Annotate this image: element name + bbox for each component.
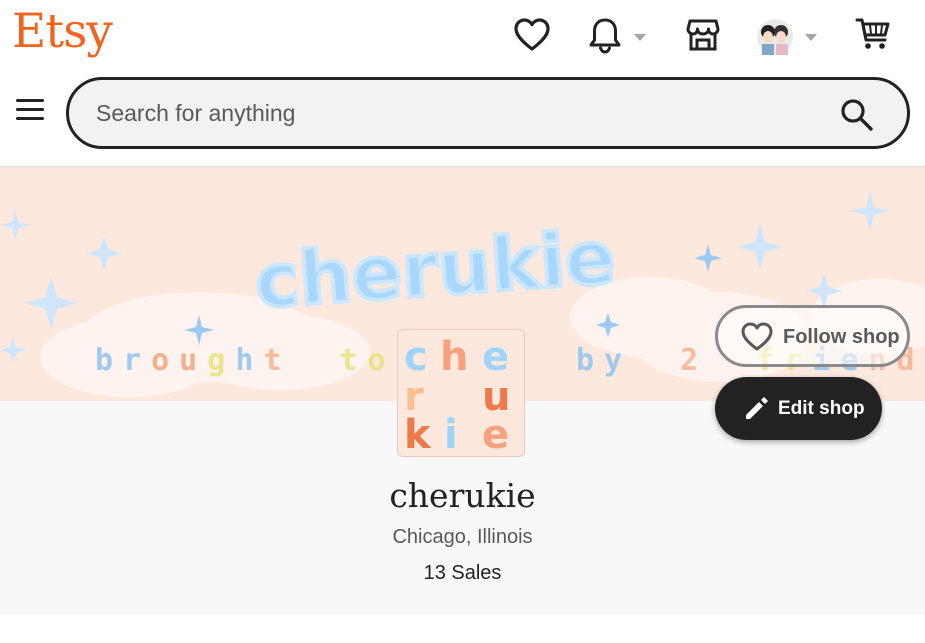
search-bar (66, 77, 910, 149)
svg-text:k: k (404, 412, 432, 457)
follow-shop-button[interactable]: Follow shop (715, 305, 910, 367)
shop-logo: c h e r u k i e (397, 329, 525, 457)
search-icon[interactable] (839, 97, 875, 133)
bell-icon[interactable] (588, 16, 622, 54)
avatar[interactable] (757, 19, 793, 55)
search-input[interactable] (96, 98, 796, 128)
chevron-down-icon[interactable] (805, 34, 817, 41)
storefront-icon[interactable] (686, 18, 720, 52)
svg-text:h: h (440, 334, 468, 380)
follow-shop-label: Follow shop (783, 326, 900, 348)
svg-text:e: e (482, 412, 509, 457)
heart-icon[interactable] (514, 18, 550, 52)
svg-text:i: i (444, 412, 458, 457)
menu-icon[interactable] (16, 99, 44, 121)
shop-sales-count: 13 Sales (423, 562, 502, 584)
cart-icon[interactable] (855, 17, 891, 51)
header: Etsy (0, 0, 925, 70)
edit-shop-label: Edit shop (778, 398, 865, 419)
svg-text:cherukie: cherukie (252, 215, 618, 326)
search-row (0, 74, 925, 150)
page-bottom (0, 615, 925, 643)
chevron-down-icon[interactable] (634, 34, 646, 41)
heart-icon (741, 322, 773, 351)
etsy-logo[interactable]: Etsy (12, 4, 113, 59)
pencil-icon (746, 397, 768, 419)
shop-name: cherukie (389, 476, 536, 515)
edit-shop-button[interactable]: Edit shop (715, 377, 882, 440)
shop-location: Chicago, Illinois (392, 526, 533, 548)
